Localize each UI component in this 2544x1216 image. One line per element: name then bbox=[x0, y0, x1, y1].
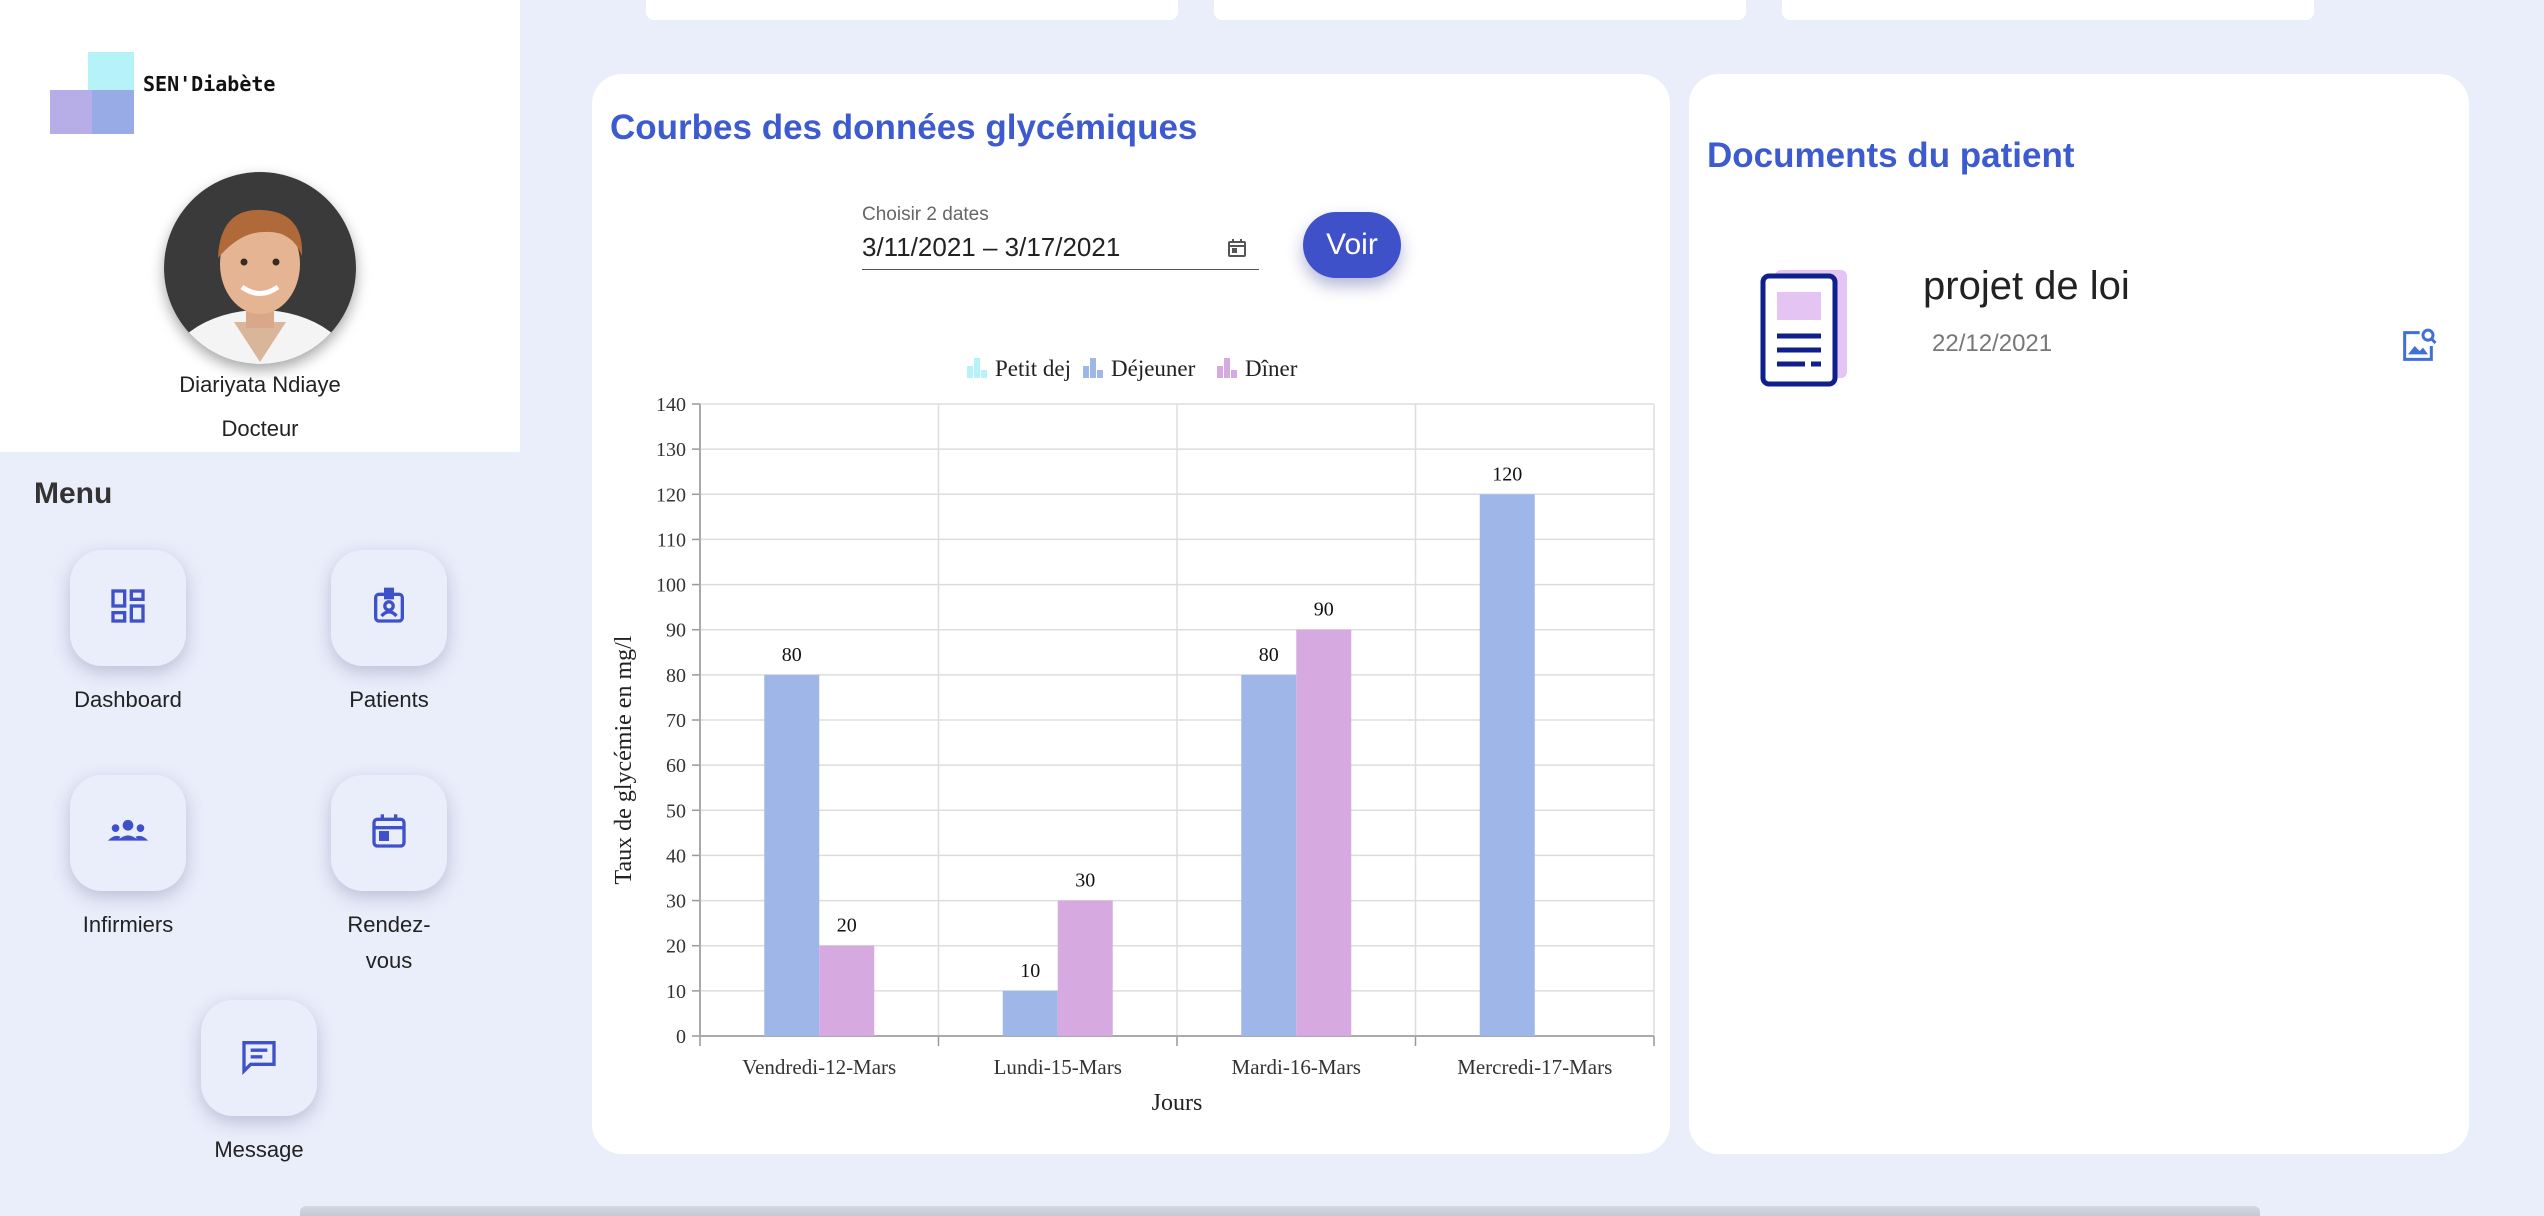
legend-swatch bbox=[1090, 358, 1096, 378]
legend-swatch bbox=[974, 358, 980, 378]
legend-swatch bbox=[1224, 358, 1230, 378]
profile-panel: SEN'Diabète Diariyata Ndiaye Docteur bbox=[0, 0, 520, 452]
y-axis-label: Taux de glycémie en mg/l bbox=[611, 635, 637, 884]
doctor-role: Docteur bbox=[221, 416, 299, 441]
y-tick-label: 80 bbox=[666, 665, 686, 687]
menu-label-dashboard: Dashboard bbox=[74, 687, 182, 712]
message-icon bbox=[239, 1036, 279, 1081]
legend-swatch bbox=[981, 370, 987, 378]
app-logo bbox=[50, 52, 134, 134]
y-tick-label: 60 bbox=[666, 755, 686, 777]
y-tick-label: 20 bbox=[666, 936, 686, 958]
menu-title: Menu bbox=[34, 477, 113, 510]
documents-title: Documents du patient bbox=[1707, 136, 2075, 175]
legend-label: Petit dej bbox=[995, 356, 1071, 381]
doctor-name: Diariyata Ndiaye bbox=[179, 372, 341, 397]
y-tick-label: 100 bbox=[656, 575, 686, 597]
glycemia-chart: 0 10 20 30 40 50 60 70 80 90 100 110 120 130 140 80 20 Ve… bbox=[611, 356, 1655, 1116]
y-tick-label: 130 bbox=[656, 439, 686, 461]
chart-bar bbox=[1479, 494, 1535, 1036]
y-tick-label: 40 bbox=[666, 845, 686, 867]
y-tick-label: 110 bbox=[657, 529, 686, 551]
rendez-vous-button[interactable] bbox=[331, 775, 447, 891]
message-button[interactable] bbox=[201, 1000, 317, 1116]
legend-label: Déjeuner bbox=[1111, 356, 1196, 381]
chart-bar bbox=[1241, 674, 1297, 1036]
bottom-bar bbox=[300, 1206, 2260, 1216]
data-label: 120 bbox=[1492, 463, 1522, 485]
group-icon bbox=[105, 808, 151, 859]
document-title: projet de loi bbox=[1923, 264, 2130, 308]
dashboard-button[interactable] bbox=[70, 550, 186, 666]
badge-icon bbox=[369, 586, 409, 631]
data-label: 90 bbox=[1314, 599, 1334, 621]
menu-item-rendez-vous[interactable]: Rendez-vous bbox=[269, 775, 509, 979]
stat-card-stub bbox=[1782, 0, 2314, 20]
y-tick-label: 30 bbox=[666, 891, 686, 913]
dashboard-icon bbox=[108, 586, 148, 631]
menu-item-infirmiers[interactable]: Infirmiers bbox=[8, 775, 248, 943]
infirmiers-button[interactable] bbox=[70, 775, 186, 891]
image-search-icon[interactable] bbox=[2398, 326, 2438, 371]
menu-item-message[interactable]: Message bbox=[139, 1000, 379, 1168]
legend-label: Dîner bbox=[1245, 356, 1298, 381]
legend-swatch bbox=[1217, 366, 1223, 378]
menu-label-message: Message bbox=[214, 1137, 304, 1162]
menu-label-infirmiers: Infirmiers bbox=[82, 912, 174, 937]
menu-label-patients: Patients bbox=[349, 687, 429, 712]
chart-bar bbox=[1057, 900, 1113, 1036]
y-tick-label: 70 bbox=[666, 710, 686, 732]
chart-bar bbox=[819, 945, 875, 1036]
legend-swatch bbox=[1097, 370, 1103, 378]
document-date: 22/12/2021 bbox=[1932, 330, 2053, 357]
legend-swatch bbox=[1083, 366, 1089, 378]
y-tick-label: 0 bbox=[676, 1026, 686, 1048]
chart-bar bbox=[764, 674, 820, 1036]
stat-card-stub bbox=[1214, 0, 1746, 20]
x-tick-label: Vendredi-12-Mars bbox=[742, 1055, 896, 1079]
data-label: 10 bbox=[1020, 960, 1040, 982]
calendar-icon bbox=[369, 811, 409, 856]
y-tick-label: 50 bbox=[666, 800, 686, 822]
y-tick-label: 140 bbox=[656, 394, 686, 416]
data-label: 80 bbox=[1259, 644, 1279, 666]
menu-item-patients[interactable]: Patients bbox=[269, 550, 509, 718]
y-tick-label: 90 bbox=[666, 620, 686, 642]
brand-name: SEN'Diabète bbox=[143, 72, 276, 96]
avatar bbox=[164, 172, 356, 364]
menu-label-rendez-vous: Rendez-vous bbox=[347, 912, 431, 973]
stat-card-stub bbox=[646, 0, 1178, 20]
x-tick-label: Mercredi-17-Mars bbox=[1457, 1055, 1612, 1079]
legend-swatch bbox=[967, 366, 973, 378]
data-label: 80 bbox=[782, 644, 802, 666]
x-tick-label: Mardi-16-Mars bbox=[1232, 1055, 1361, 1079]
glycemia-card: Courbes des données glycémiques Choisir … bbox=[592, 74, 1670, 1154]
y-tick-label: 10 bbox=[666, 981, 686, 1003]
y-tick-label: 120 bbox=[656, 484, 686, 506]
chart-bar bbox=[1002, 990, 1058, 1036]
documents-card: Documents du patient projet de loi 22/12… bbox=[1689, 74, 2469, 1154]
legend-swatch bbox=[1231, 370, 1237, 378]
x-axis-label: Jours bbox=[1152, 1090, 1203, 1116]
document-icon bbox=[1757, 266, 1857, 397]
menu-item-dashboard[interactable]: Dashboard bbox=[8, 550, 248, 718]
data-label: 20 bbox=[837, 915, 857, 937]
patients-button[interactable] bbox=[331, 550, 447, 666]
chart-bar bbox=[1296, 629, 1352, 1036]
data-label: 30 bbox=[1075, 870, 1095, 892]
x-tick-label: Lundi-15-Mars bbox=[994, 1055, 1122, 1079]
